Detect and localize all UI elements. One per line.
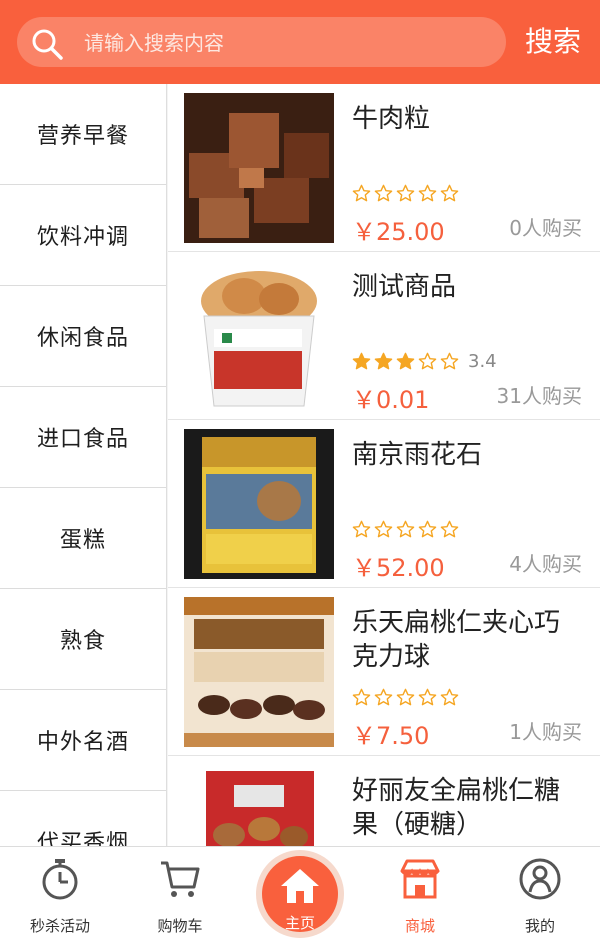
category-sidebar: 营养早餐 饮料冲调 休闲食品 进口食品 蛋糕 熟食 中外名酒 代买香烟 — [0, 84, 167, 846]
product-image[interactable] — [184, 261, 334, 411]
star-empty-icon — [418, 688, 437, 705]
product-card[interactable]: 测试商品 3.4 ￥0.01 31人购买 — [168, 252, 600, 420]
category-item[interactable]: 熟食 — [0, 589, 166, 690]
product-image[interactable] — [184, 93, 334, 243]
star-empty-icon — [374, 520, 393, 537]
home-icon — [281, 869, 319, 903]
star-empty-icon — [352, 184, 371, 201]
star-filled-icon — [374, 352, 393, 369]
nav-item-profile[interactable]: 我的 — [480, 847, 600, 947]
buyer-count: 0人购买 — [509, 216, 582, 240]
product-card[interactable]: 牛肉粒 ￥25.00 0人购买 — [168, 84, 600, 252]
product-card[interactable]: 好丽友全扁桃仁糖果（硬糖） — [168, 756, 600, 846]
buyer-count: 4人购买 — [509, 552, 582, 576]
product-image[interactable] — [184, 765, 334, 846]
star-empty-icon — [352, 688, 371, 705]
top-bar: 搜索 — [0, 0, 600, 84]
nav-label: 秒杀活动 — [29, 917, 90, 935]
rating-stars — [352, 518, 468, 540]
product-price: ￥25.00 — [352, 218, 445, 246]
nav-item-mall[interactable]: 商城 — [360, 847, 480, 947]
buyer-count: 31人购买 — [496, 384, 582, 408]
category-item[interactable]: 休闲食品 — [0, 286, 166, 387]
star-empty-icon — [418, 352, 437, 369]
rating-stars: 3.4 — [352, 350, 497, 372]
product-name: 牛肉粒 — [352, 104, 431, 134]
star-empty-icon — [352, 520, 371, 537]
user-icon — [519, 858, 561, 900]
category-item[interactable]: 营养早餐 — [0, 84, 166, 185]
star-empty-icon — [418, 520, 437, 537]
product-name: 乐天扁桃仁夹心巧克力球 — [352, 608, 561, 672]
product-name: 南京雨花石 — [352, 440, 483, 470]
star-empty-icon — [374, 184, 393, 201]
star-empty-icon — [374, 688, 393, 705]
product-price: ￥7.50 — [352, 722, 430, 750]
star-empty-icon — [396, 688, 415, 705]
star-empty-icon — [418, 184, 437, 201]
product-card[interactable]: 乐天扁桃仁夹心巧克力球 ￥7.50 1人购买 — [168, 588, 600, 756]
nav-label: 主页 — [284, 914, 315, 932]
product-name: 测试商品 — [352, 272, 457, 302]
nav-item-home[interactable]: 主页 — [262, 856, 338, 932]
product-image[interactable] — [184, 597, 334, 747]
star-empty-icon — [440, 352, 459, 369]
search-input[interactable] — [84, 27, 484, 59]
category-item[interactable]: 进口食品 — [0, 387, 166, 488]
stopwatch-icon — [42, 859, 78, 900]
search-button[interactable]: 搜索 — [520, 22, 586, 62]
product-list: 牛肉粒 ￥25.00 0人购买 测试商品 3.4 ￥0.01 31人购买 南京雨… — [168, 84, 600, 846]
product-price: ￥0.01 — [352, 386, 430, 414]
category-item[interactable]: 代买香烟 — [0, 791, 166, 846]
star-filled-icon — [396, 352, 415, 369]
cart-icon — [161, 861, 200, 897]
rating-stars — [352, 686, 468, 708]
product-price: ￥52.00 — [352, 554, 445, 582]
product-image[interactable] — [184, 429, 334, 579]
category-item[interactable]: 中外名酒 — [0, 690, 166, 791]
rating-stars — [352, 182, 468, 204]
nav-item-flash-sale[interactable]: 秒杀活动 — [0, 847, 120, 947]
rating-value: 3.4 — [468, 350, 497, 372]
category-item[interactable]: 饮料冲调 — [0, 185, 166, 286]
star-empty-icon — [440, 184, 459, 201]
star-empty-icon — [396, 184, 415, 201]
star-empty-icon — [440, 688, 459, 705]
product-name: 好丽友全扁桃仁糖果（硬糖） — [352, 776, 561, 840]
product-card[interactable]: 南京雨花石 ￥52.00 4人购买 — [168, 420, 600, 588]
store-icon — [400, 859, 440, 899]
category-item[interactable]: 蛋糕 — [0, 488, 166, 589]
nav-item-cart[interactable]: 购物车 — [120, 847, 240, 947]
nav-label: 购物车 — [157, 917, 203, 935]
star-empty-icon — [440, 520, 459, 537]
search-icon — [32, 29, 63, 60]
nav-label: 商城 — [404, 917, 435, 935]
nav-label: 我的 — [524, 917, 555, 935]
star-filled-icon — [352, 352, 371, 369]
star-empty-icon — [396, 520, 415, 537]
buyer-count: 1人购买 — [509, 720, 582, 744]
